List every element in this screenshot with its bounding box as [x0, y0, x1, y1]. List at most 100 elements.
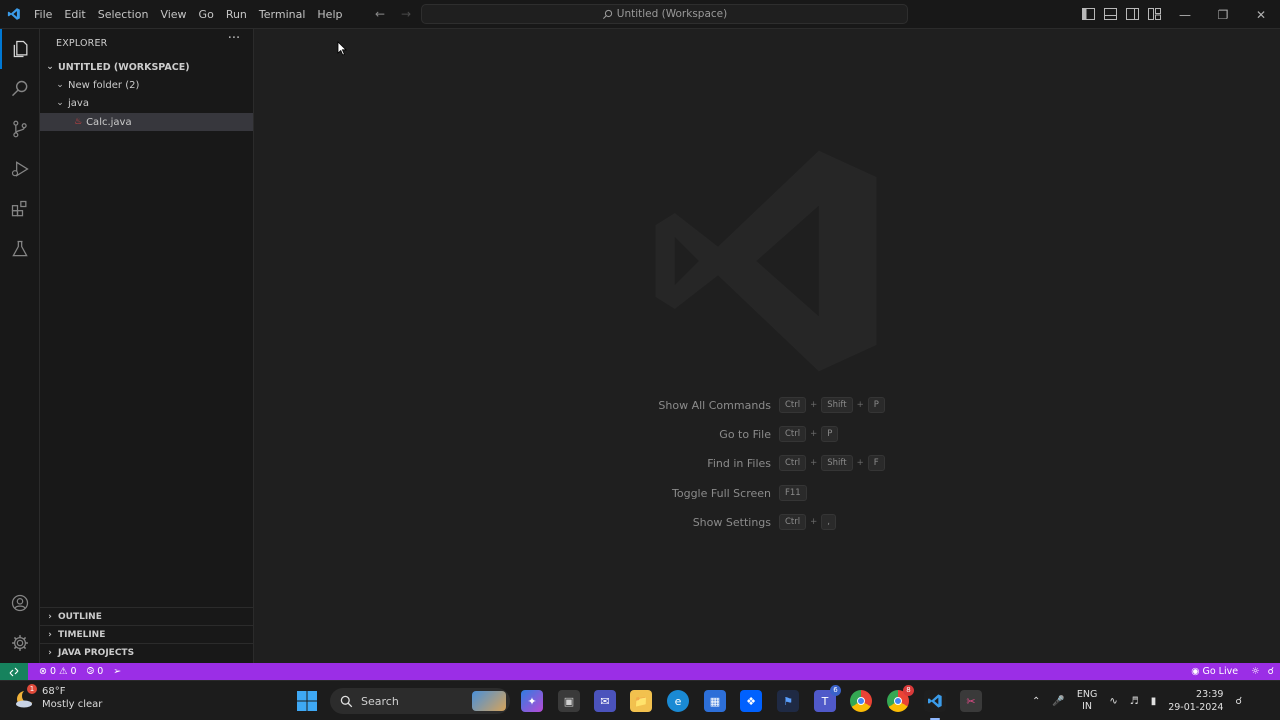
editor-area[interactable]: Show All Commands Ctrl + Shift + P Go to F… [254, 29, 1280, 663]
menu-go[interactable]: Go [193, 0, 220, 29]
window-controls: — ❐ ✕ [1166, 0, 1280, 29]
menu-selection[interactable]: Selection [92, 0, 155, 29]
tree-item-java-folder[interactable]: ⌄ java [40, 94, 253, 112]
key-cap: P [821, 426, 839, 442]
status-right: ◉ Go Live ☼ ☌ [1186, 663, 1274, 680]
toggle-panel-icon[interactable] [1102, 5, 1118, 23]
outline-label: OUTLINE [58, 611, 102, 622]
edge-browser-icon[interactable]: e [667, 690, 689, 712]
timeline-pane-header[interactable]: › TIMELINE [40, 625, 253, 643]
chrome-profile-icon[interactable]: 8 [887, 685, 914, 712]
vscode-logo-icon [0, 0, 28, 29]
chevron-down-icon: ⌄ [56, 98, 64, 108]
search-icon [602, 9, 612, 19]
notifications-bell-icon[interactable]: ☌ [1268, 666, 1274, 677]
run-debug-icon[interactable] [0, 149, 40, 189]
teams-icon[interactable]: T 6 [814, 685, 841, 712]
forward-arrow-icon[interactable]: → [396, 5, 416, 23]
command-center[interactable]: Untitled (Workspace) [421, 4, 908, 24]
windows-start-icon[interactable] [296, 690, 318, 715]
taskbar-search[interactable]: Search [330, 688, 510, 714]
minimize-icon[interactable]: — [1166, 0, 1204, 29]
toggle-secondary-sidebar-icon[interactable] [1124, 5, 1140, 23]
menu-terminal[interactable]: Terminal [253, 0, 312, 29]
status-bar: ⊗ 0 ⚠ 0 ⧁ 0 ➢ ◉ Go Live ☼ ☌ [0, 663, 1280, 680]
java-projects-pane-header[interactable]: › JAVA PROJECTS [40, 643, 253, 661]
menu-edit[interactable]: Edit [58, 0, 91, 29]
error-count: 0 [49, 666, 57, 677]
dropbox-icon[interactable]: ❖ [740, 690, 762, 712]
volume-icon[interactable]: ♬ [1130, 696, 1139, 707]
search-icon [340, 695, 353, 707]
explorer-icon[interactable] [0, 29, 40, 69]
explorer-header: EXPLORER [56, 38, 108, 49]
menu-file[interactable]: File [28, 0, 58, 29]
restore-icon[interactable]: ❐ [1204, 0, 1242, 29]
file-explorer-icon[interactable]: 📁 [630, 690, 652, 712]
source-control-icon[interactable] [0, 109, 40, 149]
menu-view[interactable]: View [154, 0, 192, 29]
accounts-icon[interactable] [0, 583, 40, 623]
chevron-right-icon: › [48, 611, 52, 622]
close-icon[interactable]: ✕ [1242, 0, 1280, 29]
more-actions-icon[interactable]: ··· [226, 32, 242, 49]
microphone-icon[interactable]: 🎤 [1052, 696, 1064, 707]
search-activity-icon[interactable] [0, 69, 40, 109]
outline-pane-header[interactable]: › OUTLINE [40, 607, 253, 625]
remote-indicator-icon[interactable] [0, 663, 28, 680]
language-indicator[interactable]: ENG IN [1077, 689, 1097, 713]
snipping-tool-icon[interactable]: ✂ [960, 690, 982, 712]
timeline-label: TIMELINE [58, 629, 106, 640]
battery-icon[interactable]: ▮ [1151, 696, 1157, 707]
go-live-button[interactable]: ◉ Go Live [1186, 666, 1243, 677]
key-cap: F11 [779, 485, 807, 501]
warning-icon: ⚠ [59, 666, 68, 677]
problems-indicator[interactable]: ⊗ 0 ⚠ 0 [34, 666, 82, 677]
shortcut-label: Toggle Full Screen [672, 487, 771, 500]
command-center-label: Untitled (Workspace) [616, 8, 728, 20]
wifi-icon[interactable]: ∿ [1109, 696, 1117, 707]
key-cap: Ctrl [779, 397, 807, 413]
key-cap: Ctrl [779, 514, 807, 530]
settings-gear-icon[interactable] [0, 623, 40, 663]
weather-widget[interactable]: 1 68°F Mostly clear [14, 684, 103, 711]
workspace-label: UNTITLED (WORKSPACE) [58, 61, 190, 73]
toggle-primary-sidebar-icon[interactable] [1080, 5, 1096, 23]
key-cap: P [867, 397, 885, 413]
tree-item-new-folder[interactable]: ⌄ New folder (2) [40, 76, 253, 94]
chevron-down-icon: ⌄ [56, 80, 64, 90]
weather-condition: Mostly clear [42, 699, 103, 710]
chrome-badge: 8 [903, 685, 914, 696]
microsoft-store-icon[interactable]: ▦ [704, 690, 726, 712]
chevron-up-icon[interactable]: ⌃ [1032, 696, 1040, 707]
navigation-arrows: ← → [370, 5, 416, 23]
chrome-icon[interactable] [850, 690, 872, 712]
workspace-root[interactable]: ⌄ UNTITLED (WORKSPACE) [40, 58, 253, 76]
clock[interactable]: 23:39 29-01-2024 [1168, 688, 1223, 714]
tree-item-calc-java[interactable]: ♨ Calc.java [40, 113, 253, 131]
customize-layout-icon[interactable] [1146, 5, 1162, 23]
shortcut-keys: F11 [779, 485, 807, 501]
testing-flask-icon[interactable] [0, 229, 40, 269]
copilot-icon[interactable]: ✦ [521, 690, 543, 712]
chevron-right-icon: › [48, 647, 52, 658]
tree-item-label: Calc.java [86, 116, 132, 128]
vscode-taskbar-icon[interactable] [924, 690, 946, 712]
debug-launch-icon[interactable]: ➢ [108, 666, 126, 677]
explorer-sidebar: EXPLORER ··· ⌄ UNTITLED (WORKSPACE) ⌄ Ne… [40, 29, 254, 663]
notification-bell-icon[interactable]: ☌ [1235, 696, 1242, 707]
shortcut-keys: Ctrl + Shift + P [779, 397, 885, 413]
menu-run[interactable]: Run [220, 0, 253, 29]
teams-chat-icon[interactable]: ✉ [594, 690, 616, 712]
activity-bar [0, 29, 40, 663]
task-view-icon[interactable]: ▣ [558, 690, 580, 712]
ports-indicator[interactable]: ⧁ 0 [82, 666, 109, 677]
bookmark-app-icon[interactable]: ⚑ [777, 690, 799, 712]
tree-item-label: java [68, 97, 89, 109]
broadcast-icon: ◉ [1191, 666, 1200, 677]
back-arrow-icon[interactable]: ← [370, 5, 390, 23]
feedback-icon[interactable]: ☼ [1251, 666, 1260, 677]
menu-help[interactable]: Help [311, 0, 348, 29]
clock-date: 29-01-2024 [1168, 702, 1224, 713]
extensions-icon[interactable] [0, 189, 40, 229]
